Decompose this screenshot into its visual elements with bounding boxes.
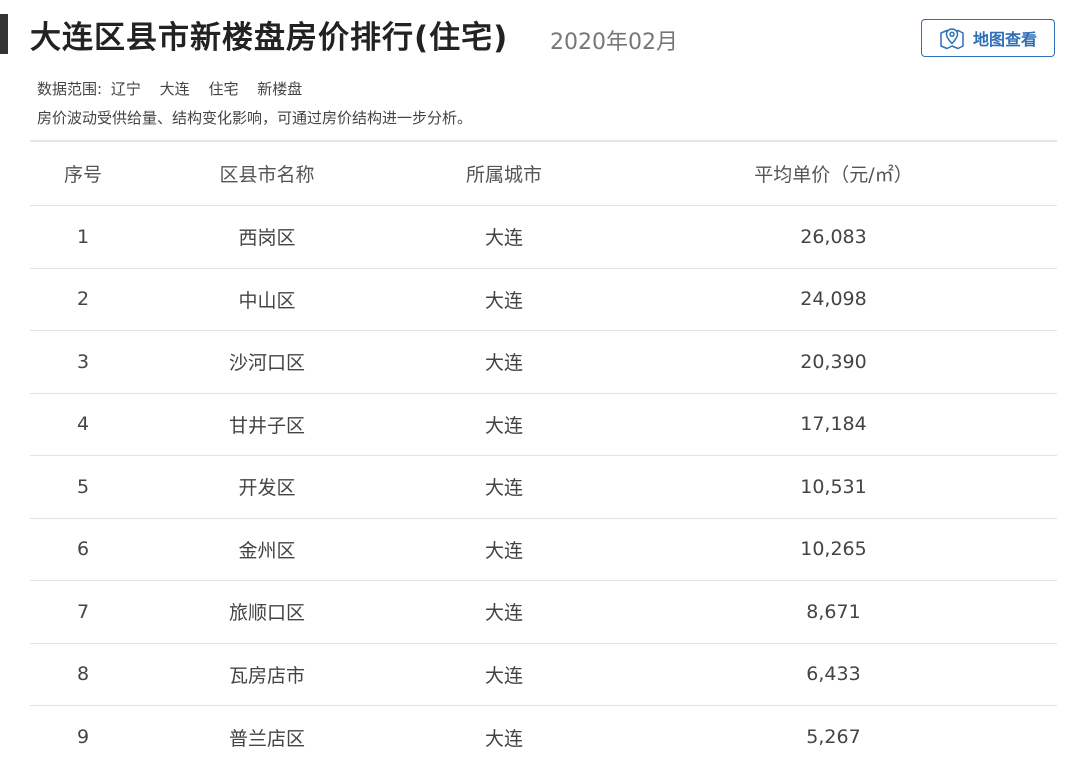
table-row: 6 金州区 大连 10,265 — [30, 519, 1057, 581]
rank-cell: 9 — [76, 726, 90, 749]
price-cell: 8,671 — [806, 600, 861, 623]
city-cell: 大连 — [484, 727, 523, 750]
district-cell: 西岗区 — [238, 227, 296, 250]
table-row: 8 瓦房店市 大连 6,433 — [30, 644, 1057, 706]
page-title: 大连区县市新楼盘房价排行(住宅) — [30, 20, 509, 56]
city-cell: 大连 — [484, 477, 523, 500]
district-cell: 普兰店区 — [228, 727, 305, 750]
city-cell: 大连 — [484, 352, 523, 375]
city-cell: 大连 — [484, 227, 523, 250]
city-cell: 大连 — [484, 539, 523, 562]
table-row: 9 普兰店区 大连 5,267 — [30, 706, 1057, 769]
price-cell: 5,267 — [806, 726, 861, 749]
table-row: 5 开发区 大连 10,531 — [30, 456, 1057, 519]
map-pin-icon — [940, 28, 964, 50]
data-scope: 数据范围: 辽宁 大连 住宅 新楼盘 — [37, 78, 316, 99]
price-cell: 20,390 — [800, 350, 867, 373]
scope-province: 辽宁 — [110, 80, 141, 98]
map-view-button[interactable]: 地图查看 — [921, 19, 1055, 57]
table-row: 2 中山区 大连 24,098 — [30, 269, 1057, 331]
ranking-table: 序号 区县市名称 所属城市 平均单价（元/㎡） 1 西岗区 大连 26,083 … — [30, 140, 1057, 769]
city-cell: 大连 — [484, 414, 523, 437]
table-row: 3 沙河口区 大连 20,390 — [30, 331, 1057, 394]
scope-city: 大连 — [159, 80, 190, 98]
district-cell: 金州区 — [238, 539, 296, 562]
district-cell: 沙河口区 — [228, 352, 305, 375]
rank-cell: 3 — [76, 350, 90, 373]
price-cell: 6,433 — [806, 663, 861, 686]
column-header-city: 所属城市 — [465, 164, 542, 186]
district-cell: 中山区 — [238, 289, 296, 312]
report-date: 2020年02月 — [550, 30, 678, 55]
table-header-row: 序号 区县市名称 所属城市 平均单价（元/㎡） — [30, 142, 1057, 206]
price-cell: 26,083 — [800, 225, 867, 248]
city-cell: 大连 — [484, 289, 523, 312]
price-note: 房价波动受供给量、结构变化影响，可通过房价结构进一步分析。 — [37, 109, 473, 127]
column-header-price: 平均单价（元/㎡） — [754, 164, 913, 186]
scope-market-type: 新楼盘 — [257, 80, 303, 98]
rank-cell: 7 — [76, 600, 90, 623]
city-cell: 大连 — [484, 664, 523, 687]
city-cell: 大连 — [484, 602, 523, 625]
rank-cell: 6 — [76, 538, 90, 561]
price-cell: 10,531 — [800, 475, 867, 498]
district-cell: 瓦房店市 — [228, 664, 305, 687]
column-header-rank: 序号 — [63, 164, 102, 186]
data-scope-label: 数据范围: — [37, 80, 103, 98]
district-cell: 开发区 — [238, 477, 296, 500]
district-cell: 旅顺口区 — [228, 602, 305, 625]
title-accent-bar — [0, 14, 8, 54]
rank-cell: 5 — [76, 475, 90, 498]
district-cell: 甘井子区 — [228, 414, 305, 437]
rank-cell: 4 — [76, 413, 90, 436]
rank-cell: 2 — [76, 288, 90, 311]
column-header-district: 区县市名称 — [219, 164, 315, 186]
table-row: 4 甘井子区 大连 17,184 — [30, 394, 1057, 456]
price-cell: 24,098 — [800, 288, 867, 311]
rank-cell: 8 — [76, 663, 90, 686]
table-row: 1 西岗区 大连 26,083 — [30, 206, 1057, 269]
rank-cell: 1 — [76, 225, 90, 248]
map-view-label: 地图查看 — [972, 30, 1037, 49]
table-row: 7 旅顺口区 大连 8,671 — [30, 581, 1057, 644]
scope-property-type: 住宅 — [208, 80, 239, 98]
price-cell: 10,265 — [800, 538, 867, 561]
price-cell: 17,184 — [800, 413, 867, 436]
